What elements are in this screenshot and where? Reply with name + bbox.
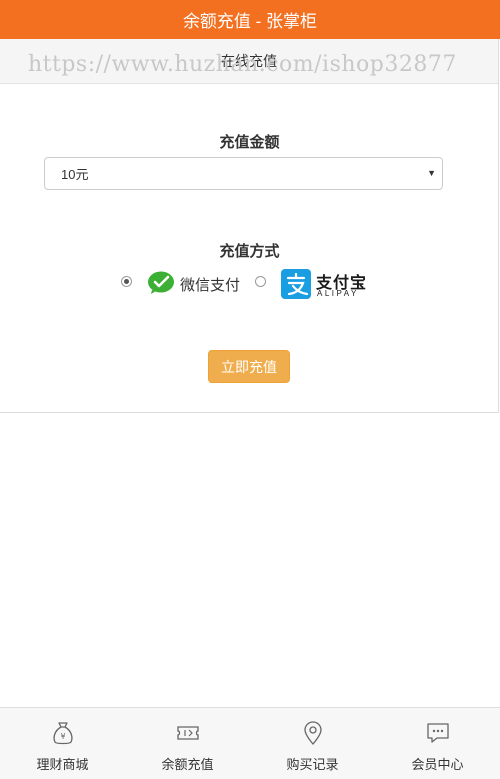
page-title: 余额充值 - 张掌柜 <box>182 12 318 31</box>
alipay-radio[interactable] <box>255 276 266 287</box>
tab-member-center[interactable]: 会员中心 <box>375 708 500 779</box>
money-bag-icon: ¥ <box>52 722 73 745</box>
bottom-tab-bar: ¥ 理财商城 余额充值 购买记录 会员中心 <box>0 707 500 779</box>
wechat-pay-label[interactable]: 微信支付 <box>180 274 240 295</box>
location-pin-icon <box>303 721 322 745</box>
amount-select[interactable]: 10元 ▼ <box>44 157 443 190</box>
tab-label: 购买记录 <box>286 757 339 772</box>
svg-text:¥: ¥ <box>60 732 65 741</box>
card-header: 在线充值 <box>0 39 498 84</box>
tab-finance-mall[interactable]: ¥ 理财商城 <box>0 708 125 779</box>
payment-methods: 微信支付 支付宝 ALIPAY <box>0 268 499 300</box>
alipay-sub-label: ALIPAY <box>317 289 359 298</box>
amount-selected-value: 10元 <box>61 167 89 182</box>
wechat-pay-icon <box>148 271 174 294</box>
top-bar: 余额充值 - 张掌柜 <box>0 0 500 39</box>
alipay-icon <box>281 269 311 299</box>
dropdown-caret-icon: ▼ <box>427 168 436 178</box>
method-label: 充值方式 <box>219 243 280 260</box>
tab-label: 会员中心 <box>411 757 464 772</box>
wechat-radio[interactable] <box>121 276 132 287</box>
ticket-icon <box>176 726 199 740</box>
tab-balance-recharge[interactable]: 余额充值 <box>125 708 250 779</box>
recharge-submit-button[interactable]: 立即充值 <box>208 350 290 383</box>
tab-label: 理财商城 <box>36 757 89 772</box>
chat-bubble-icon <box>426 723 449 743</box>
tab-purchase-records[interactable]: 购买记录 <box>250 708 375 779</box>
card-title: 在线充值 <box>221 53 277 69</box>
amount-label: 充值金额 <box>219 134 280 151</box>
tab-label: 余额充值 <box>161 757 214 772</box>
